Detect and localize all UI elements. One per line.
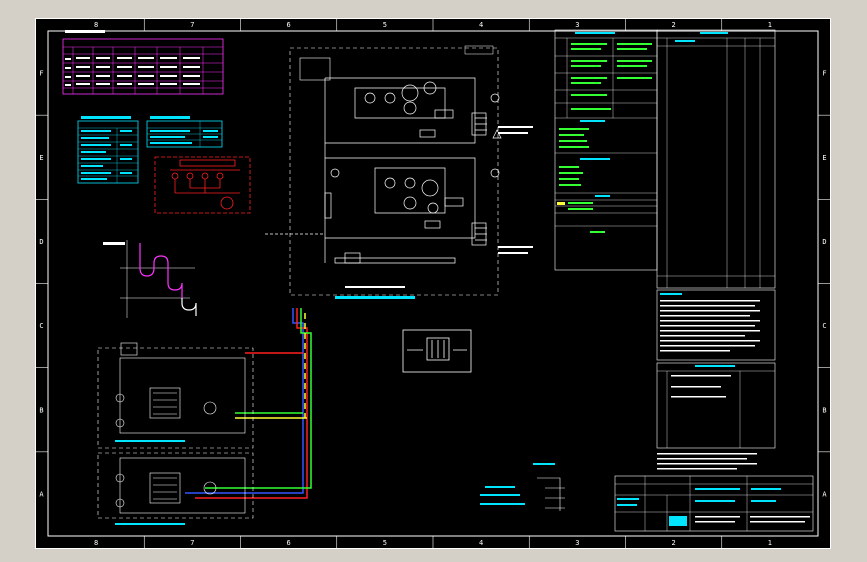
drawing-sheet: 8 7 6 5 4 3 2 1 8 7 6 5 4 3 2 1 F E D C B A F E D C B A	[35, 18, 831, 549]
column-label: 3	[575, 21, 579, 29]
row-label: B	[822, 406, 826, 414]
row-label: A	[39, 490, 44, 498]
column-label: 8	[94, 539, 98, 547]
column-label: 1	[768, 21, 772, 29]
main-enclosure	[289, 45, 499, 299]
unit-detail	[402, 329, 472, 373]
column-label: 8	[94, 21, 98, 29]
column-label: 2	[672, 539, 676, 547]
column-label: 5	[383, 539, 387, 547]
row-label: C	[822, 322, 826, 330]
row-label: E	[39, 154, 43, 162]
row-labels-left: F E D C B A	[35, 70, 48, 498]
row-label: F	[822, 70, 826, 78]
column-labels-top: 8 7 6 5 4 3 2 1	[94, 18, 772, 31]
column-label: 4	[479, 539, 483, 547]
upper-circuit	[324, 77, 502, 263]
inner-frame	[47, 30, 819, 537]
column-label: 6	[287, 539, 291, 547]
schedule-table	[62, 30, 224, 95]
row-label: E	[822, 154, 826, 162]
row-label: C	[39, 322, 43, 330]
column-label: 3	[575, 539, 579, 547]
row-label: D	[39, 238, 43, 246]
column-label: 5	[383, 21, 387, 29]
column-label: 7	[190, 21, 194, 29]
row-label: B	[39, 406, 43, 414]
refrigerant-pipes	[185, 308, 312, 499]
column-labels-bottom: 8 7 6 5 4 3 2 1	[94, 536, 772, 549]
evaporator-units	[97, 342, 254, 519]
alterations-table	[656, 29, 776, 289]
row-label: F	[39, 70, 43, 78]
column-label: 1	[768, 539, 772, 547]
column-label: 6	[287, 21, 291, 29]
trap-detail	[103, 240, 197, 318]
row-label: A	[822, 490, 827, 498]
title-block	[614, 475, 814, 532]
legend-table-2	[146, 116, 223, 148]
legend-table-1	[77, 116, 139, 184]
middle-circuit	[265, 157, 500, 264]
column-label: 7	[190, 539, 194, 547]
drawing-canvas: 8 7 6 5 4 3 2 1 8 7 6 5 4 3 2 1 F E D C B A F E D C B A	[35, 18, 831, 549]
equipment-schedule	[554, 29, 658, 271]
row-label: D	[822, 238, 826, 246]
reference-drawings	[656, 362, 776, 449]
row-labels-right: F E D C B A	[818, 70, 831, 498]
general-notes	[656, 289, 776, 361]
column-label: 2	[672, 21, 676, 29]
column-label: 4	[479, 21, 483, 29]
control-schematic	[154, 156, 251, 214]
valve-legend	[537, 477, 565, 511]
